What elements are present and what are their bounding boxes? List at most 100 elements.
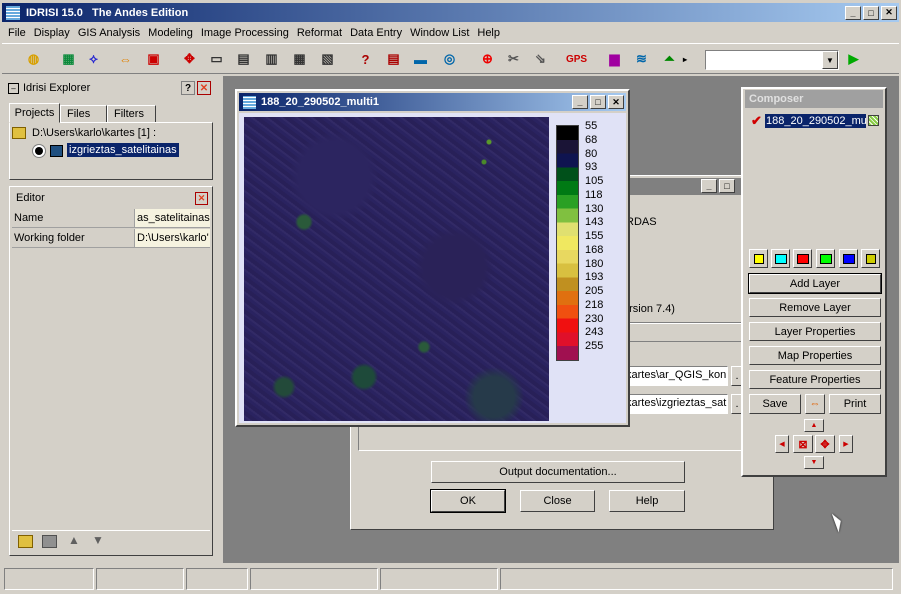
close-icon[interactable]: ✕	[197, 81, 211, 95]
delete-icon[interactable]	[42, 535, 57, 548]
layer-stack-icon[interactable]	[861, 249, 880, 268]
menu-reformat[interactable]: Reformat	[293, 27, 346, 39]
legend-label: 180	[585, 257, 604, 270]
legend-label: 155	[585, 230, 604, 243]
pan-icon[interactable]: ▦	[288, 48, 311, 70]
chevron-down-icon[interactable]: ▼	[822, 51, 838, 69]
nav-right-button[interactable]: ▶	[839, 435, 853, 453]
menu-help[interactable]: Help	[473, 27, 504, 39]
display-map-icon[interactable]: ▦	[57, 48, 80, 70]
close-button[interactable]: ✕	[881, 5, 897, 20]
color-green-button[interactable]	[816, 249, 835, 268]
close-dialog-button[interactable]: Close	[520, 490, 595, 512]
measure-icon[interactable]: ▬	[409, 48, 432, 70]
save-button[interactable]: Save	[749, 394, 801, 414]
new-folder-icon[interactable]	[18, 535, 33, 548]
menu-display[interactable]: Display	[30, 27, 74, 39]
feature-query-icon[interactable]: ✥	[178, 48, 201, 70]
menu-gis-analysis[interactable]: GIS Analysis	[74, 27, 144, 39]
help-button[interactable]: Help	[609, 490, 685, 512]
query-icon[interactable]: ?	[354, 48, 377, 70]
circle-icon[interactable]: ◎	[438, 48, 461, 70]
raster-image[interactable]	[244, 117, 549, 421]
feature-properties-button[interactable]: Feature Properties	[749, 370, 881, 389]
editor-row-name[interactable]: Name as_satelitainas	[12, 209, 210, 228]
zoom-window-icon[interactable]: ▥	[260, 48, 283, 70]
output-documentation-button[interactable]: Output documentation...	[431, 461, 685, 483]
add-vector-icon[interactable]: ⟡	[82, 48, 105, 70]
menu-image-processing[interactable]: Image Processing	[197, 27, 293, 39]
ok-button[interactable]: OK	[430, 489, 506, 513]
table-icon[interactable]: ▤	[382, 48, 405, 70]
zoom-extent-icon[interactable]: ▧	[316, 48, 339, 70]
run-icon[interactable]: ▶	[842, 48, 865, 70]
nav-zoom-out-button[interactable]: ⊠	[793, 435, 813, 453]
menu-bar: File Display GIS Analysis Modeling Image…	[2, 23, 504, 42]
add-layer-button[interactable]: Add Layer	[748, 273, 882, 294]
radio-selected-icon[interactable]	[35, 147, 43, 155]
status-panel-4	[250, 568, 378, 590]
legend-label: 168	[585, 243, 604, 256]
toolbar-more-icon[interactable]: ▸	[680, 48, 690, 70]
print-button[interactable]: Print	[829, 394, 881, 414]
waves-icon[interactable]: ≋	[630, 48, 653, 70]
editor-title: Editor	[16, 192, 45, 204]
menu-modeling[interactable]: Modeling	[144, 27, 197, 39]
tab-files[interactable]: Files	[60, 105, 107, 123]
dashed-box-icon[interactable]: ▤	[232, 48, 255, 70]
dialog-maximize-button[interactable]: □	[719, 179, 735, 193]
project-item-selected[interactable]: izgrieztas_satelitainas	[67, 143, 179, 157]
legend-color-bar	[556, 125, 579, 361]
color-red-button[interactable]	[793, 249, 812, 268]
map-close-button[interactable]: ✕	[608, 95, 624, 109]
layer-properties-button[interactable]: Layer Properties	[749, 322, 881, 341]
tools-icon[interactable]: ✂	[502, 48, 525, 70]
tab-projects[interactable]: Projects	[9, 103, 60, 123]
select-box-icon[interactable]: ▭	[205, 48, 228, 70]
composer-layer-item[interactable]: 188_20_290502_mul	[765, 114, 866, 128]
menu-file[interactable]: File	[2, 27, 30, 39]
map-window-title-bar[interactable]: 188_20_290502_multi1 _ □ ✕	[239, 93, 626, 111]
pan-arrows-icon[interactable]: ⇔	[805, 394, 825, 414]
app-title-bar[interactable]: IDRISI 15.0 The Andes Edition _ □ ✕	[2, 3, 899, 22]
remove-layer-button[interactable]: Remove Layer	[749, 298, 881, 317]
tab-filters[interactable]: Filters	[107, 105, 156, 123]
color-cyan-button[interactable]	[771, 249, 790, 268]
nav-up-button[interactable]: ▲	[804, 419, 824, 432]
editor-footer: ▲ ▼	[12, 530, 210, 554]
profile-icon[interactable]: ⏶	[658, 48, 681, 70]
menu-window-list[interactable]: Window List	[406, 27, 473, 39]
editor-row-key: Working folder	[14, 232, 85, 244]
nav-zoom-in-button[interactable]: ✥	[815, 435, 835, 453]
color-blue-button[interactable]	[839, 249, 858, 268]
composer-title-bar[interactable]: Composer	[745, 90, 883, 108]
editor-row-folder[interactable]: Working folder D:\Users\karlo'	[12, 229, 210, 248]
arrow-redirect-icon[interactable]: ⇘	[529, 48, 552, 70]
move-up-icon[interactable]: ▲	[68, 533, 80, 547]
gps-icon[interactable]: GPS	[565, 48, 588, 70]
input-field-1[interactable]: kartes\ar_QGIS_kon	[622, 366, 728, 386]
target-icon[interactable]: ⊕	[476, 48, 499, 70]
nav-left-button[interactable]: ◀	[775, 435, 789, 453]
move-down-icon[interactable]: ▼	[92, 533, 104, 547]
layers-icon[interactable]: ▣	[142, 48, 165, 70]
toolbar-combo[interactable]: ▼	[705, 50, 839, 70]
map-properties-button[interactable]: Map Properties	[749, 346, 881, 365]
input-field-2[interactable]: kartes\izgrieztas_sat	[622, 394, 728, 414]
composer-panel: Composer ✔ 188_20_290502_mul Add Layer R…	[741, 87, 887, 477]
layer-order-icon[interactable]	[749, 249, 768, 268]
dialog-minimize-button[interactable]: _	[701, 179, 717, 193]
nav-down-button[interactable]: ▼	[804, 456, 824, 469]
layer-raster-icon	[868, 115, 879, 126]
map-maximize-button[interactable]: □	[590, 95, 606, 109]
minimize-button[interactable]: _	[845, 5, 861, 20]
histogram-icon[interactable]: ▆	[603, 48, 626, 70]
menu-data-entry[interactable]: Data Entry	[346, 27, 406, 39]
map-minimize-button[interactable]: _	[572, 95, 588, 109]
checkmark-icon[interactable]: ✔	[751, 113, 762, 129]
help-icon[interactable]: ?	[181, 81, 195, 95]
editor-close-icon[interactable]: ✕	[195, 191, 208, 205]
swap-arrows-icon[interactable]: ⇔	[114, 48, 137, 70]
maximize-button[interactable]: □	[863, 5, 879, 20]
open-project-icon[interactable]: ◍	[22, 48, 45, 70]
